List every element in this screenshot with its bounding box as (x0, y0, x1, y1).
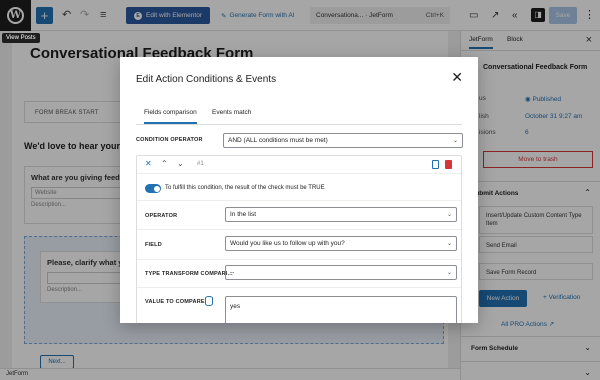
close-icon[interactable]: ✕ (451, 69, 463, 86)
edit-conditions-modal: Edit Action Conditions & Events ✕ Fields… (120, 57, 478, 323)
transform-select[interactable]: -- ⌄ (225, 265, 457, 280)
select-value: In the list (230, 211, 257, 218)
select-value: -- (230, 269, 235, 276)
divider (137, 259, 461, 260)
modal-title: Edit Action Conditions & Events (136, 74, 277, 85)
operator-label: OPERATOR (145, 213, 178, 219)
field-select[interactable]: Would you like us to follow up with you?… (225, 236, 457, 251)
view-posts-tooltip: View Posts (2, 33, 40, 43)
tab-events-match[interactable]: Events match (212, 109, 251, 116)
divider (137, 229, 461, 230)
condition-toolbar: ✕ ⌃ ⌄ #1 (137, 156, 461, 174)
chevron-down-icon: ⌄ (446, 212, 452, 218)
database-icon[interactable] (205, 296, 213, 306)
select-value: Would you like us to follow up with you? (230, 240, 345, 247)
chevron-down-icon: ⌄ (446, 241, 452, 247)
close-condition-icon[interactable]: ✕ (145, 159, 152, 168)
move-up-icon[interactable]: ⌃ (161, 159, 168, 168)
modal-tabs: Fields comparison Events match (136, 103, 462, 125)
condition-operator-select[interactable]: AND (ALL conditions must be met) ⌄ (223, 133, 463, 148)
toggle-label: To fulfill this condition, the result of… (165, 185, 325, 191)
value-to-compare-input[interactable]: yes (225, 296, 457, 323)
transform-label: TYPE TRANSFORM COMPARI... (145, 271, 233, 277)
condition-index: #1 (197, 161, 204, 167)
chevron-down-icon: ⌄ (446, 270, 452, 276)
check-result-toggle[interactable] (145, 184, 161, 193)
divider (137, 200, 461, 201)
chevron-down-icon: ⌄ (452, 138, 458, 144)
divider (137, 287, 461, 288)
select-value: AND (ALL conditions must be met) (228, 137, 328, 144)
copy-icon[interactable] (432, 160, 439, 169)
value-to-compare-label: VALUE TO COMPARE (145, 299, 205, 305)
trash-icon[interactable] (445, 160, 452, 169)
condition-card: ✕ ⌃ ⌄ #1 To fulfill this condition, the … (136, 155, 462, 323)
field-label: FIELD (145, 242, 162, 248)
condition-operator-label: CONDITION OPERATOR (136, 137, 203, 143)
operator-select[interactable]: In the list ⌄ (225, 207, 457, 222)
move-down-icon[interactable]: ⌄ (177, 159, 184, 168)
tab-fields-comparison[interactable]: Fields comparison (144, 109, 197, 124)
